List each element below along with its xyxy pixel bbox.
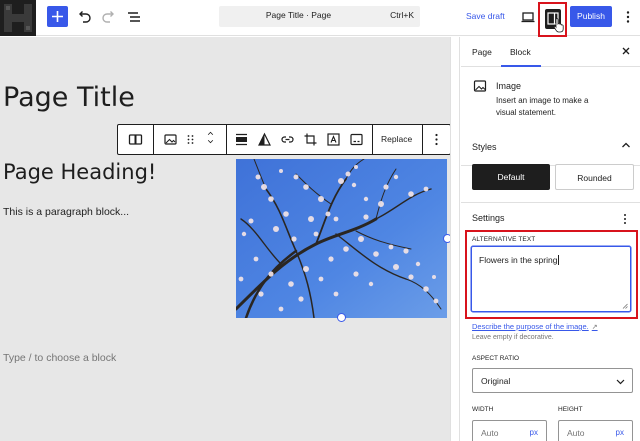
block-options-button[interactable] <box>423 125 450 154</box>
replace-image-button[interactable]: Replace <box>381 134 412 144</box>
chevron-up-icon[interactable] <box>621 141 631 149</box>
width-placeholder: Auto <box>481 428 499 438</box>
style-rounded-button[interactable]: Rounded <box>555 164 634 190</box>
describe-purpose-text: Describe the purpose of the image. <box>472 322 589 331</box>
style-default-button[interactable]: Default <box>472 164 550 190</box>
save-draft-button[interactable]: Save draft <box>466 11 505 21</box>
preview-button[interactable] <box>520 9 536 25</box>
tab-page[interactable]: Page <box>472 47 492 57</box>
active-tab-indicator <box>501 65 541 67</box>
aspect-ratio-label: ASPECT RATIO <box>472 355 520 362</box>
block-controls-group <box>227 125 372 154</box>
wordpress-logo-icon <box>0 0 36 36</box>
default-block-appender[interactable]: Type / to choose a block <box>3 352 116 364</box>
block-name: Image <box>496 81 522 91</box>
resize-grip-icon[interactable] <box>622 303 628 309</box>
publish-button[interactable]: Publish <box>570 6 612 27</box>
image-block[interactable] <box>236 159 447 318</box>
link-icon[interactable] <box>280 132 295 147</box>
text-cursor <box>558 255 560 265</box>
hand-cursor-icon <box>553 18 564 33</box>
settings-panel-title: Settings <box>472 213 505 223</box>
more-vertical-icon <box>435 133 438 146</box>
block-inserter-button[interactable] <box>47 6 68 27</box>
redo-icon <box>102 11 114 23</box>
alt-text-label: ALTERNATIVE TEXT <box>472 236 536 243</box>
width-unit-select[interactable]: px <box>530 428 538 437</box>
site-logo[interactable] <box>0 0 36 36</box>
undo-icon <box>79 11 91 23</box>
height-unit-select[interactable]: px <box>616 428 624 437</box>
alt-text-value: Flowers in the spring <box>479 255 558 265</box>
canvas-scrollbar[interactable] <box>450 37 460 441</box>
plus-icon <box>52 11 63 22</box>
styles-panel-title[interactable]: Styles <box>472 142 497 152</box>
drag-handle-icon[interactable] <box>183 132 198 147</box>
alt-text-input[interactable]: Flowers in the spring <box>471 246 631 312</box>
width-label: WIDTH <box>472 406 494 413</box>
redo-button[interactable] <box>98 6 120 28</box>
width-input[interactable]: Auto px <box>472 420 547 441</box>
chevron-down-icon <box>616 379 625 385</box>
highlight-settings-toggle <box>538 2 567 37</box>
block-toolbar: Replace <box>117 124 451 155</box>
block-switcher-button[interactable] <box>118 125 153 154</box>
heading-block[interactable]: Page Heading! <box>3 160 156 184</box>
crop-icon[interactable] <box>303 132 318 147</box>
highlight-alt-text: ALTERNATIVE TEXT Flowers in the spring <box>465 230 638 319</box>
paragraph-block[interactable]: This is a paragraph block... <box>3 206 129 218</box>
editor-header: Page Title · Page Ctrl+K Save draft Publ… <box>0 0 640 37</box>
describe-purpose-link[interactable]: Describe the purpose of the image. ↗ <box>472 322 598 331</box>
keyboard-shortcut: Ctrl+K <box>390 10 414 20</box>
toolbar-divider <box>372 125 373 154</box>
height-label: HEIGHT <box>558 406 583 413</box>
alt-text-help: Leave empty if decorative. <box>472 334 554 341</box>
list-view-icon <box>128 12 140 22</box>
image-icon[interactable] <box>163 132 178 147</box>
more-vertical-icon <box>626 11 630 23</box>
image-icon <box>473 80 487 92</box>
aspect-ratio-select[interactable]: Original <box>472 368 633 393</box>
image-block-icon <box>128 134 143 145</box>
height-placeholder: Auto <box>567 428 585 438</box>
close-icon[interactable] <box>620 45 632 57</box>
sidebar-tabs: Page Block <box>461 37 640 67</box>
tab-block[interactable]: Block <box>510 47 531 57</box>
height-input[interactable]: Auto px <box>558 420 633 441</box>
caption-icon[interactable] <box>349 132 364 147</box>
document-overview-button[interactable] <box>123 6 145 28</box>
external-link-icon: ↗ <box>591 324 598 331</box>
duotone-filter-icon[interactable] <box>257 132 272 147</box>
desktop-icon <box>521 12 535 23</box>
block-mover-group <box>154 125 226 154</box>
page-title[interactable]: Page Title <box>3 82 135 113</box>
resize-handle-bottom[interactable] <box>337 313 346 322</box>
align-icon[interactable] <box>234 132 249 147</box>
panel-divider <box>461 202 640 203</box>
command-palette-button[interactable]: Page Title · Page Ctrl+K <box>219 6 420 27</box>
undo-button[interactable] <box>73 6 95 28</box>
block-description: Insert an image to make a visual stateme… <box>496 96 589 117</box>
options-menu-button[interactable] <box>623 10 633 24</box>
settings-sidebar: Page Block Image Insert an image to make… <box>461 37 640 441</box>
text-over-image-icon[interactable] <box>326 132 341 147</box>
move-up-down-icon[interactable] <box>203 130 218 145</box>
cherry-blossom-image <box>236 159 447 318</box>
aspect-ratio-value: Original <box>481 376 511 386</box>
more-vertical-icon[interactable] <box>622 213 628 225</box>
